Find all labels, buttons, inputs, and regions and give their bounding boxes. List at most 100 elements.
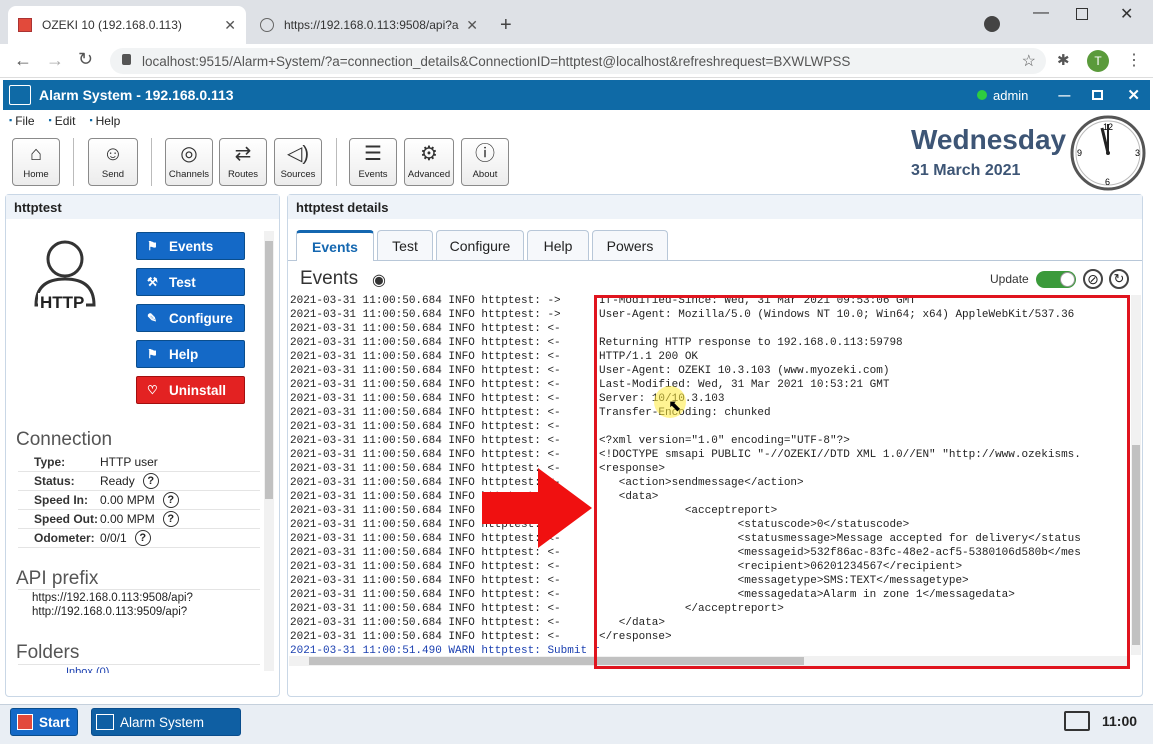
extensions-icon[interactable]: ✱ [1057,51,1070,69]
tab-events[interactable]: Events [296,230,374,261]
analog-clock-icon: 12 3 6 9 [1070,115,1146,191]
tab-powers[interactable]: Powers [592,230,668,260]
help-icon[interactable]: ? [134,530,151,546]
svg-text:6: 6 [1105,177,1110,187]
channels-icon: ◎ [180,143,198,165]
forward-icon[interactable]: → [46,50,64,71]
clear-log-icon[interactable]: ⊘ [1083,269,1103,289]
tab-help[interactable]: Help [527,230,589,260]
red-arrow-icon [482,468,592,548]
broken-heart-icon: ♡ [147,383,158,397]
user-name[interactable]: admin [993,88,1028,103]
alarm-system-icon [96,714,114,730]
refresh-log-icon[interactable]: ↻ [1109,269,1129,289]
close-tab-icon[interactable]: ✕ [224,17,236,34]
channels-button[interactable]: ◎ Channels [165,138,213,186]
help-action-button[interactable]: ⚑ Help [136,340,245,368]
desktop-monitor-icon[interactable] [1064,711,1090,731]
app-maximize-button[interactable] [1092,90,1104,100]
routes-label: Routes [227,169,259,180]
online-status-icon [977,90,987,100]
speaker-icon: ◁) [286,143,310,165]
help-icon[interactable]: ? [162,511,179,527]
minimize-window-button[interactable]: — [1033,4,1049,22]
advanced-button[interactable]: ⚙ Advanced [404,138,454,186]
events-list-icon: ☰ [364,143,382,165]
send-label: Send [101,169,125,180]
update-label: Update [990,272,1029,286]
reload-icon[interactable]: ↻ [78,49,93,70]
help-icon[interactable]: ? [142,473,159,489]
taskbar-app-alarm-system[interactable]: Alarm System [91,708,241,736]
app-minimize-button[interactable]: — [1058,88,1070,102]
routes-button[interactable]: ⇄ Routes [219,138,267,186]
tab-search-icon[interactable] [984,16,1000,32]
connection-sidebar: httptest HTTP ⚑ Events ⚒ Test ✎ Configure ⚑… [5,194,280,697]
about-label: About [472,169,498,180]
configure-action-button[interactable]: ✎ Configure [136,304,245,332]
home-button[interactable]: ⌂ Home [12,138,60,186]
eye-icon[interactable]: ◉ [372,270,386,290]
tab-configure[interactable]: Configure [436,230,524,260]
browser-tab-ozeki[interactable]: OZEKI 10 (192.168.0.113) ✕ [8,6,246,44]
menu-help[interactable]: Help [89,114,121,128]
ozeki-favicon [18,18,32,32]
test-action-button[interactable]: ⚒ Test [136,268,245,296]
menu-edit[interactable]: Edit [49,114,76,128]
events-heading: Events [300,268,359,289]
taskbar-clock: 11:00 [1102,713,1138,729]
browser-toolbar: ← → ↻ localhost:9515/Alarm+System/?a=con… [0,44,1153,78]
speed-out-row: Speed Out: 0.00 MPM? [18,510,260,529]
send-button[interactable]: ☺ Send [88,138,138,186]
browser-tab-strip: OZEKI 10 (192.168.0.113) ✕ https://192.1… [0,0,1153,44]
start-button[interactable]: Start [10,708,78,736]
menu-file[interactable]: File [9,114,34,128]
folder-inbox[interactable]: Inbox (0) [66,666,109,673]
api-url-https[interactable]: https://192.168.0.113:9508/api? [32,592,193,604]
connection-heading: Connection [16,429,113,450]
details-title: httptest details [288,195,1142,219]
channels-label: Channels [168,169,210,180]
app-close-button[interactable]: ✕ [1127,86,1140,104]
app-title: Alarm System - 192.168.0.113 [39,87,234,103]
flag-icon: ⚑ [147,239,158,253]
svg-text:9: 9 [1077,148,1082,158]
close-window-button[interactable]: ✕ [1120,4,1133,24]
events-button[interactable]: ☰ Events [349,138,397,186]
lock-icon [122,54,131,65]
url-text: localhost:9515/Alarm+System/?a=connectio… [142,53,851,69]
close-tab-icon[interactable]: ✕ [466,17,478,34]
about-button[interactable]: ⓘ About [461,138,509,186]
sources-button[interactable]: ◁) Sources [274,138,322,186]
sources-label: Sources [280,169,316,180]
ozeki-home-icon [9,85,31,105]
help-icon[interactable]: ? [162,492,179,508]
events-label: Events [358,169,388,180]
home-icon: ⌂ [29,143,43,165]
new-tab-button[interactable]: + [500,14,512,37]
tab-test[interactable]: Test [377,230,433,260]
flag-icon: ⚑ [147,347,158,361]
address-bar[interactable]: localhost:9515/Alarm+System/?a=connectio… [110,48,1046,74]
highlight-frame [594,295,1130,669]
log-vertical-scrollbar[interactable] [1131,295,1141,655]
browser-menu-icon[interactable]: ⋮ [1126,50,1142,70]
maximize-window-button[interactable] [1076,8,1088,20]
back-icon[interactable]: ← [14,50,32,71]
taskbar: Start Alarm System 11:00 [0,704,1153,744]
update-toggle[interactable] [1036,271,1076,288]
odometer-row: Odometer: 0/0/1? [18,529,260,548]
info-icon: ⓘ [475,143,495,165]
bookmark-star-icon[interactable]: ☆ [1022,51,1036,71]
avatar-label: HTTP [38,293,87,313]
uninstall-action-button[interactable]: ♡ Uninstall [136,376,245,404]
browser-tab-api[interactable]: https://192.168.0.113:9508/api?a ✕ [250,6,488,44]
wrench-icon: ✎ [147,311,158,325]
start-icon [17,714,33,730]
events-action-button[interactable]: ⚑ Events [136,232,245,260]
routes-signpost-icon: ⇄ [234,143,252,165]
sidebar-scrollbar[interactable] [264,231,274,671]
svg-text:3: 3 [1135,148,1140,158]
profile-avatar[interactable]: T [1087,50,1109,72]
api-url-http[interactable]: http://192.168.0.113:9509/api? [32,606,187,618]
